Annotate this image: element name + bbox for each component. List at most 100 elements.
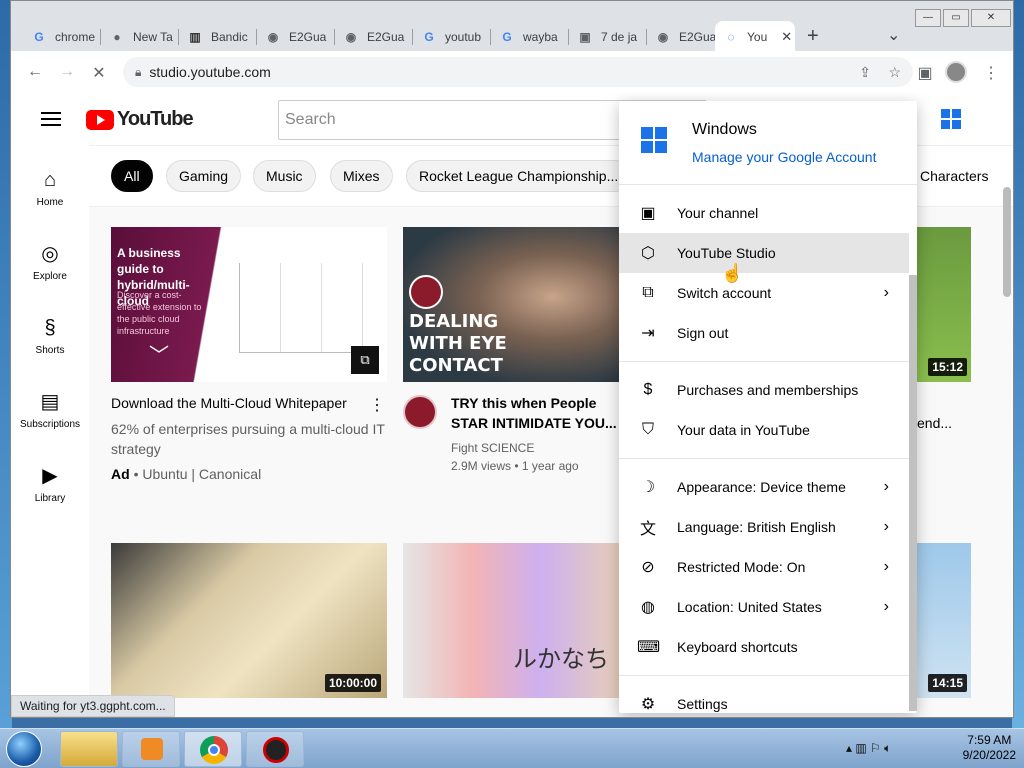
side-panel-icon[interactable]: ▣ <box>915 63 935 83</box>
chrome-taskbar-icon[interactable] <box>184 731 242 767</box>
lock-icon[interactable]: 🔒︎ <box>135 65 141 80</box>
stop-loading-icon[interactable]: ✕ <box>89 63 109 83</box>
tab-2[interactable]: ● New Ta <box>101 21 179 53</box>
chip-all[interactable]: All <box>111 160 153 192</box>
status-bar: Waiting for yt3.ggpht.com... <box>11 695 175 717</box>
bookmark-star-icon[interactable]: ☆ <box>888 64 901 81</box>
shorts-icon: § <box>44 317 56 339</box>
menu-purchases[interactable]: $ Purchases and memberships <box>619 370 909 410</box>
translate-icon: 文 <box>639 521 656 538</box>
menu-scrollbar[interactable] <box>909 275 917 711</box>
maximize-button[interactable]: ▭ <box>943 9 969 27</box>
media-player-taskbar-icon[interactable] <box>122 731 180 767</box>
channel-name-2[interactable]: Fight SCIENCE <box>451 441 534 455</box>
video-title-3[interactable]: end... <box>917 413 977 433</box>
share-icon[interactable]: ⇪ <box>859 64 871 81</box>
menu-label: Appearance: Device theme <box>677 479 846 495</box>
youtube-logo[interactable]: YouTube <box>86 108 194 131</box>
tab-8[interactable]: ▣ 7 de ja <box>569 21 647 53</box>
profile-avatar[interactable] <box>945 61 967 83</box>
sidebar-item-library[interactable]: ▶ Library <box>11 463 89 504</box>
tab-6[interactable]: Gyoutub <box>413 21 491 53</box>
tab-4[interactable]: ◉ E2Gua <box>257 21 335 53</box>
external-link-icon[interactable]: ⧉ <box>351 346 379 374</box>
menu-appearance[interactable]: ☽ Appearance: Device theme › <box>619 467 909 507</box>
tab-5[interactable]: ◉ E2Gua <box>335 21 413 53</box>
explorer-taskbar-icon[interactable] <box>60 731 118 767</box>
tab-1[interactable]: Gchrome <box>23 21 101 53</box>
address-bar[interactable]: 🔒︎ studio.youtube.com ⇪ ☆ <box>123 57 913 87</box>
video-title-1[interactable]: Download the Multi-Cloud Whitepaper <box>111 393 351 413</box>
chip-music[interactable]: Music <box>253 160 316 192</box>
chevron-right-icon: › <box>883 478 889 495</box>
menu-settings[interactable]: ⚙ Settings <box>619 684 909 713</box>
mouse-hand-cursor-icon: ☝ <box>721 263 744 283</box>
back-arrow-icon[interactable]: ← <box>25 63 45 81</box>
ad-line: Ad • Ubuntu | Canonical <box>111 466 261 482</box>
chip-characters[interactable]: Characters <box>907 160 1001 192</box>
menu-youtube-studio[interactable]: ⬡ YouTube Studio <box>619 233 909 273</box>
menu-label: Switch account <box>677 285 772 301</box>
chevron-right-icon: › <box>883 518 889 535</box>
menu-location[interactable]: ◍ Location: United States › <box>619 587 909 627</box>
video-thumbnail-5[interactable]: ルかなち <box>403 543 633 698</box>
clock[interactable]: 7:59 AM 9/20/2022 <box>963 733 1016 763</box>
menu-your-data[interactable]: ⛉ Your data in YouTube <box>619 410 909 450</box>
tray-icons[interactable]: ▴ ▥ ⚐ 🔈︎ <box>846 741 891 756</box>
start-button[interactable] <box>6 731 42 767</box>
tab-active[interactable]: ◌ You ✕ <box>715 21 795 53</box>
kebab-menu-icon[interactable]: ⋮ <box>981 63 1001 83</box>
windows-account-icon[interactable] <box>941 109 961 129</box>
more-options-icon[interactable]: ⋮ <box>369 395 385 415</box>
sidebar-item-shorts[interactable]: § Shorts <box>11 315 89 356</box>
chevron-right-icon: › <box>883 558 889 575</box>
menu-language[interactable]: 文 Language: British English › <box>619 507 909 547</box>
tab-9[interactable]: ◉ E2Gua <box>647 21 725 53</box>
new-tab-button[interactable]: + <box>807 25 819 48</box>
bank-icon: ▥ <box>189 30 201 44</box>
sidebar-label: Explore <box>33 271 67 282</box>
sidebar-item-home[interactable]: ⌂ Home <box>11 167 89 208</box>
menu-label: Purchases and memberships <box>677 382 859 398</box>
yt-sidebar: ⌂ Home ◎ Explore § Shorts ▤ Subscriptions ▶ L… <box>11 145 89 717</box>
menu-restricted-mode[interactable]: ⊘ Restricted Mode: On › <box>619 547 909 587</box>
chip-gaming[interactable]: Gaming <box>166 160 242 192</box>
chip-rocket-league[interactable]: Rocket League Championship... <box>406 160 632 192</box>
video-thumbnail-3[interactable]: 15:12 <box>917 227 971 382</box>
tab-search-button[interactable]: ⌄ <box>887 25 900 45</box>
menu-switch-account[interactable]: ⧉ Switch account › <box>619 273 909 313</box>
minimize-button[interactable]: — <box>915 9 941 27</box>
video-thumbnail-2[interactable]: DEALING WITH EYE CONTACT <box>403 227 633 382</box>
page-scrollbar[interactable] <box>1003 187 1011 297</box>
video-thumbnail-6[interactable]: 14:15 <box>917 543 971 698</box>
menu-label: Settings <box>677 696 728 712</box>
menu-label: Keyboard shortcuts <box>677 639 798 655</box>
advertiser-name[interactable]: • Ubuntu | Canonical <box>134 466 262 482</box>
sidebar-item-explore[interactable]: ◎ Explore <box>11 241 89 282</box>
thumb-text: ルかなち <box>513 645 609 673</box>
menu-divider <box>619 361 917 362</box>
menu-divider <box>619 675 917 676</box>
video-thumbnail-4[interactable]: 10:00:00 <box>111 543 387 698</box>
manage-account-link[interactable]: Manage your Google Account <box>692 149 876 165</box>
sidebar-item-subscriptions[interactable]: ▤ Subscriptions <box>11 389 89 430</box>
tab-3[interactable]: ▥ Bandic <box>179 21 257 53</box>
forward-arrow-icon[interactable]: → <box>57 63 77 81</box>
menu-label: Your data in YouTube <box>677 422 810 438</box>
menu-sign-out[interactable]: ⇥ Sign out <box>619 313 909 353</box>
channel-avatar[interactable] <box>403 395 437 429</box>
close-tab-icon[interactable]: ✕ <box>781 29 792 45</box>
hamburger-menu-icon[interactable] <box>41 112 61 126</box>
menu-your-channel[interactable]: ▣ Your channel <box>619 193 909 233</box>
chip-mixes[interactable]: Mixes <box>330 160 393 192</box>
person-box-icon: ▣ <box>640 205 656 222</box>
video-thumbnail-1[interactable]: A business guide to hybrid/multi-cloud D… <box>111 227 387 382</box>
chevron-down-icon: ﹀ <box>149 345 169 367</box>
tab-7[interactable]: Gwayba <box>491 21 569 53</box>
bandicam-taskbar-icon[interactable] <box>246 731 304 767</box>
close-window-button[interactable]: ✕ <box>971 9 1011 27</box>
video-title-2[interactable]: TRY this when People STAR INTIMIDATE YOU… <box>451 393 631 433</box>
sidebar-label: Subscriptions <box>19 419 81 430</box>
menu-keyboard-shortcuts[interactable]: ⌨ Keyboard shortcuts <box>619 627 909 667</box>
account-name: Windows <box>692 121 757 138</box>
